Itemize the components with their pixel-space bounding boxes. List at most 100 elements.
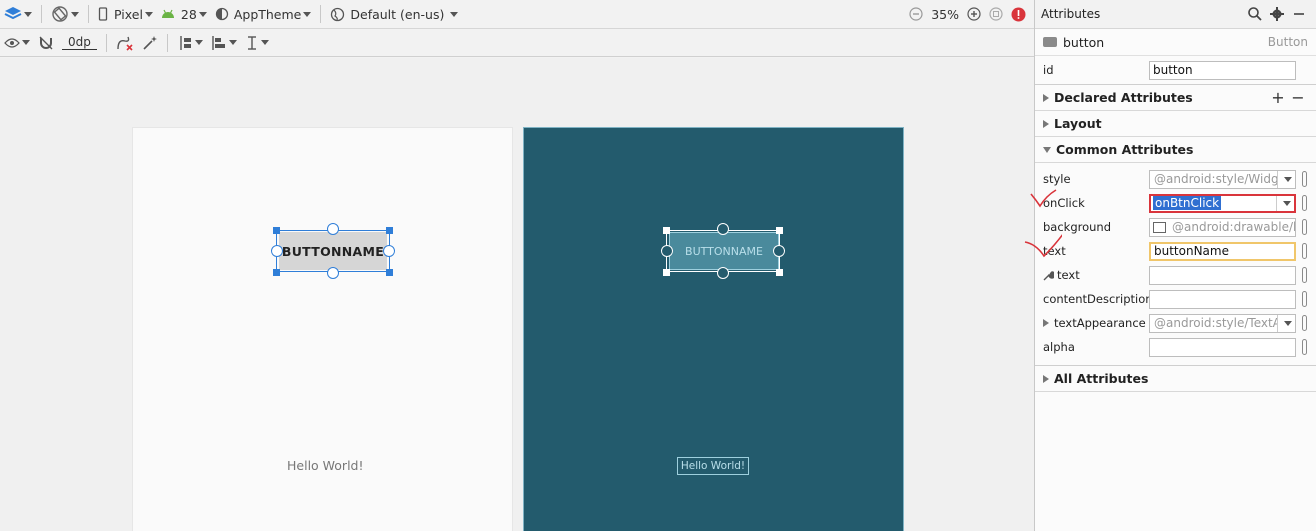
- attr-alpha: alpha: [1035, 335, 1316, 359]
- layers-dropdown[interactable]: [0, 3, 36, 25]
- device-label: Pixel: [114, 6, 143, 22]
- component-type: Button: [1267, 35, 1308, 49]
- resize-handle[interactable]: [386, 269, 393, 276]
- expand-arrow-icon: [1043, 93, 1049, 102]
- resize-handle[interactable]: [776, 269, 783, 276]
- attr-resource-picker[interactable]: [1302, 195, 1307, 211]
- constraint-anchor-bottom[interactable]: [327, 267, 339, 279]
- resize-handle[interactable]: [663, 269, 670, 276]
- autoconnect-toggle[interactable]: [34, 32, 58, 54]
- locale-dropdown[interactable]: Default (en-us): [326, 3, 462, 25]
- attr-resource-picker[interactable]: [1302, 291, 1307, 307]
- onclick-dropdown[interactable]: onBtnClick: [1149, 193, 1296, 213]
- zoom-in-button[interactable]: [963, 3, 985, 25]
- guidelines-dropdown[interactable]: [241, 32, 273, 54]
- toolbar-divider: [41, 5, 42, 23]
- resize-handle[interactable]: [386, 227, 393, 234]
- blueprint-selection-outline: [666, 230, 780, 272]
- attr-resource-picker[interactable]: [1302, 171, 1307, 187]
- blueprint-preview[interactable]: BUTTONNAME Hello World!: [523, 127, 904, 531]
- theme-dropdown[interactable]: AppTheme: [211, 3, 316, 25]
- constraint-anchor-right[interactable]: [773, 245, 785, 257]
- clear-constraints-icon: [117, 36, 133, 51]
- style-dropdown[interactable]: @android:style/Widg: [1149, 169, 1296, 189]
- blueprint-textview[interactable]: Hello World!: [677, 457, 749, 475]
- remove-attribute-button[interactable]: −: [1288, 88, 1308, 107]
- attr-resource-picker[interactable]: [1302, 267, 1307, 283]
- pack-dropdown[interactable]: [173, 32, 207, 54]
- zoom-to-fit-button[interactable]: [985, 3, 1007, 25]
- constraint-anchor-bottom[interactable]: [717, 267, 729, 279]
- chevron-down-icon[interactable]: [1276, 195, 1294, 211]
- globe-icon: [331, 7, 345, 21]
- expand-arrow-icon: [1043, 119, 1049, 128]
- constraint-anchor-left[interactable]: [271, 245, 283, 257]
- component-name: button: [1063, 34, 1105, 50]
- zoom-out-button[interactable]: [905, 3, 927, 25]
- text-appearance-dropdown[interactable]: @android:style/TextA: [1149, 313, 1296, 333]
- resize-handle[interactable]: [273, 269, 280, 276]
- chevron-down-icon[interactable]: [1277, 170, 1295, 188]
- toolbar-divider: [320, 5, 322, 23]
- add-attribute-button[interactable]: +: [1268, 88, 1288, 107]
- minimize-panel-button[interactable]: [1288, 8, 1310, 20]
- settings-button[interactable]: [1266, 7, 1288, 21]
- design-toolbar-top: Pixel 28 AppTheme Default (en-us) 35%: [0, 0, 1034, 29]
- constraint-anchor-top[interactable]: [717, 223, 729, 235]
- locale-label: Default (en-us): [350, 6, 445, 22]
- attr-resource-picker[interactable]: [1302, 243, 1307, 259]
- clear-constraints-button[interactable]: [112, 32, 138, 54]
- id-label: id: [1043, 63, 1054, 77]
- attr-resource-picker[interactable]: [1302, 315, 1307, 331]
- android-icon: [161, 9, 174, 18]
- section-declared-attributes[interactable]: Declared Attributes + −: [1035, 85, 1316, 111]
- api-dropdown[interactable]: 28: [157, 3, 211, 25]
- error-indicator-button[interactable]: [1007, 3, 1030, 25]
- constraint-anchor-right[interactable]: [383, 245, 395, 257]
- id-field[interactable]: button: [1149, 60, 1296, 80]
- attr-label: alpha: [1043, 340, 1075, 354]
- phone-icon: [98, 7, 108, 21]
- section-label: Common Attributes: [1056, 142, 1194, 157]
- gear-icon: [1270, 7, 1284, 21]
- text-appearance-label-wrap[interactable]: textAppearance: [1043, 316, 1149, 330]
- design-canvas[interactable]: BUTTONNAME Hello World! BUTTONNAME Hello: [0, 58, 1034, 531]
- content-description-field[interactable]: [1149, 289, 1296, 309]
- preview-textview[interactable]: Hello World!: [287, 458, 364, 473]
- text-field[interactable]: buttonName: [1149, 241, 1296, 261]
- attr-tools-text: text: [1035, 263, 1316, 287]
- chevron-down-icon[interactable]: [1277, 314, 1295, 332]
- onclick-value: onBtnClick: [1153, 196, 1222, 210]
- search-button[interactable]: [1244, 7, 1266, 21]
- default-margin-button[interactable]: 0dp: [58, 32, 101, 54]
- chevron-down-icon: [71, 11, 79, 17]
- attributes-panel: Attributes button Button id button Decla…: [1034, 0, 1316, 531]
- attr-resource-picker[interactable]: [1302, 339, 1307, 355]
- toolbar-divider: [105, 33, 107, 52]
- constraint-anchor-left[interactable]: [661, 245, 673, 257]
- alpha-field[interactable]: [1149, 337, 1296, 357]
- resize-handle[interactable]: [663, 227, 670, 234]
- view-options-dropdown[interactable]: [0, 32, 34, 54]
- attr-style: style @android:style/Widg: [1035, 167, 1316, 191]
- align-dropdown[interactable]: [207, 32, 241, 54]
- tools-text-field[interactable]: [1149, 265, 1296, 285]
- infer-constraints-button[interactable]: [138, 32, 162, 54]
- resize-handle[interactable]: [273, 227, 280, 234]
- resize-handle[interactable]: [776, 227, 783, 234]
- minimize-icon: [1294, 13, 1304, 15]
- section-layout[interactable]: Layout: [1035, 111, 1316, 137]
- zoom-in-icon: [967, 7, 981, 21]
- orientation-dropdown[interactable]: [47, 3, 83, 25]
- section-common-attributes[interactable]: Common Attributes: [1035, 137, 1316, 163]
- common-attributes-list: style @android:style/Widg onClick onBtnC…: [1035, 163, 1316, 366]
- design-toolbar-bottom: 0dp: [0, 29, 1034, 57]
- background-field[interactable]: @android:drawable/btn: [1149, 217, 1296, 237]
- constraint-anchor-top[interactable]: [327, 223, 339, 235]
- attr-resource-picker[interactable]: [1302, 219, 1307, 235]
- section-all-attributes[interactable]: All Attributes: [1035, 366, 1316, 392]
- design-preview[interactable]: BUTTONNAME Hello World!: [132, 127, 513, 531]
- eye-icon: [4, 37, 20, 48]
- device-dropdown[interactable]: Pixel: [94, 3, 157, 25]
- api-label: 28: [180, 6, 197, 22]
